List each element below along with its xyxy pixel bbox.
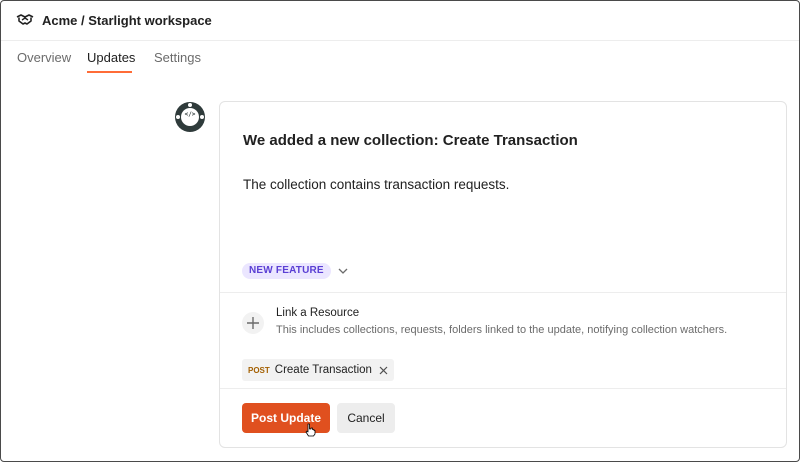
avatar-code-text: </> <box>184 111 196 118</box>
divider <box>220 388 786 389</box>
workspace-title: Acme / Starlight workspace <box>42 13 212 28</box>
post-update-button[interactable]: Post Update <box>242 403 330 433</box>
request-method-label: POST <box>248 365 270 375</box>
update-type-badge[interactable]: NEW FEATURE <box>242 263 331 279</box>
app-window: Acme / Starlight workspace Overview Upda… <box>0 0 800 462</box>
hand-cursor-icon <box>305 423 316 437</box>
handshake-icon <box>16 14 34 25</box>
linked-resource-name[interactable]: Create Transaction <box>275 364 372 376</box>
avatar-face: </> <box>181 108 199 126</box>
tab-bar: Overview Updates Settings <box>1 41 799 73</box>
update-title[interactable]: We added a new collection: Create Transa… <box>243 132 578 149</box>
active-tab-indicator <box>87 71 132 73</box>
add-resource-button[interactable] <box>242 312 264 334</box>
cancel-button[interactable]: Cancel <box>337 403 395 433</box>
linked-resource-chip: POST Create Transaction <box>242 359 394 381</box>
chevron-down-icon[interactable] <box>336 264 350 278</box>
avatar-ear-left <box>176 115 180 119</box>
tab-settings[interactable]: Settings <box>154 50 201 65</box>
update-card: We added a new collection: Create Transa… <box>219 101 787 448</box>
link-resource-title[interactable]: Link a Resource <box>276 307 359 319</box>
tab-updates[interactable]: Updates <box>87 50 135 65</box>
close-icon[interactable] <box>379 366 388 375</box>
top-bar: Acme / Starlight workspace <box>1 1 799 41</box>
tab-overview[interactable]: Overview <box>17 50 71 65</box>
update-body[interactable]: The collection contains transaction requ… <box>243 177 509 192</box>
avatar-ear-right <box>200 115 204 119</box>
author-avatar: </> <box>175 102 205 132</box>
plus-icon <box>247 317 259 329</box>
avatar-antenna-dot <box>188 103 192 107</box>
link-resource-description: This includes collections, requests, fol… <box>276 324 728 336</box>
divider <box>220 292 786 293</box>
